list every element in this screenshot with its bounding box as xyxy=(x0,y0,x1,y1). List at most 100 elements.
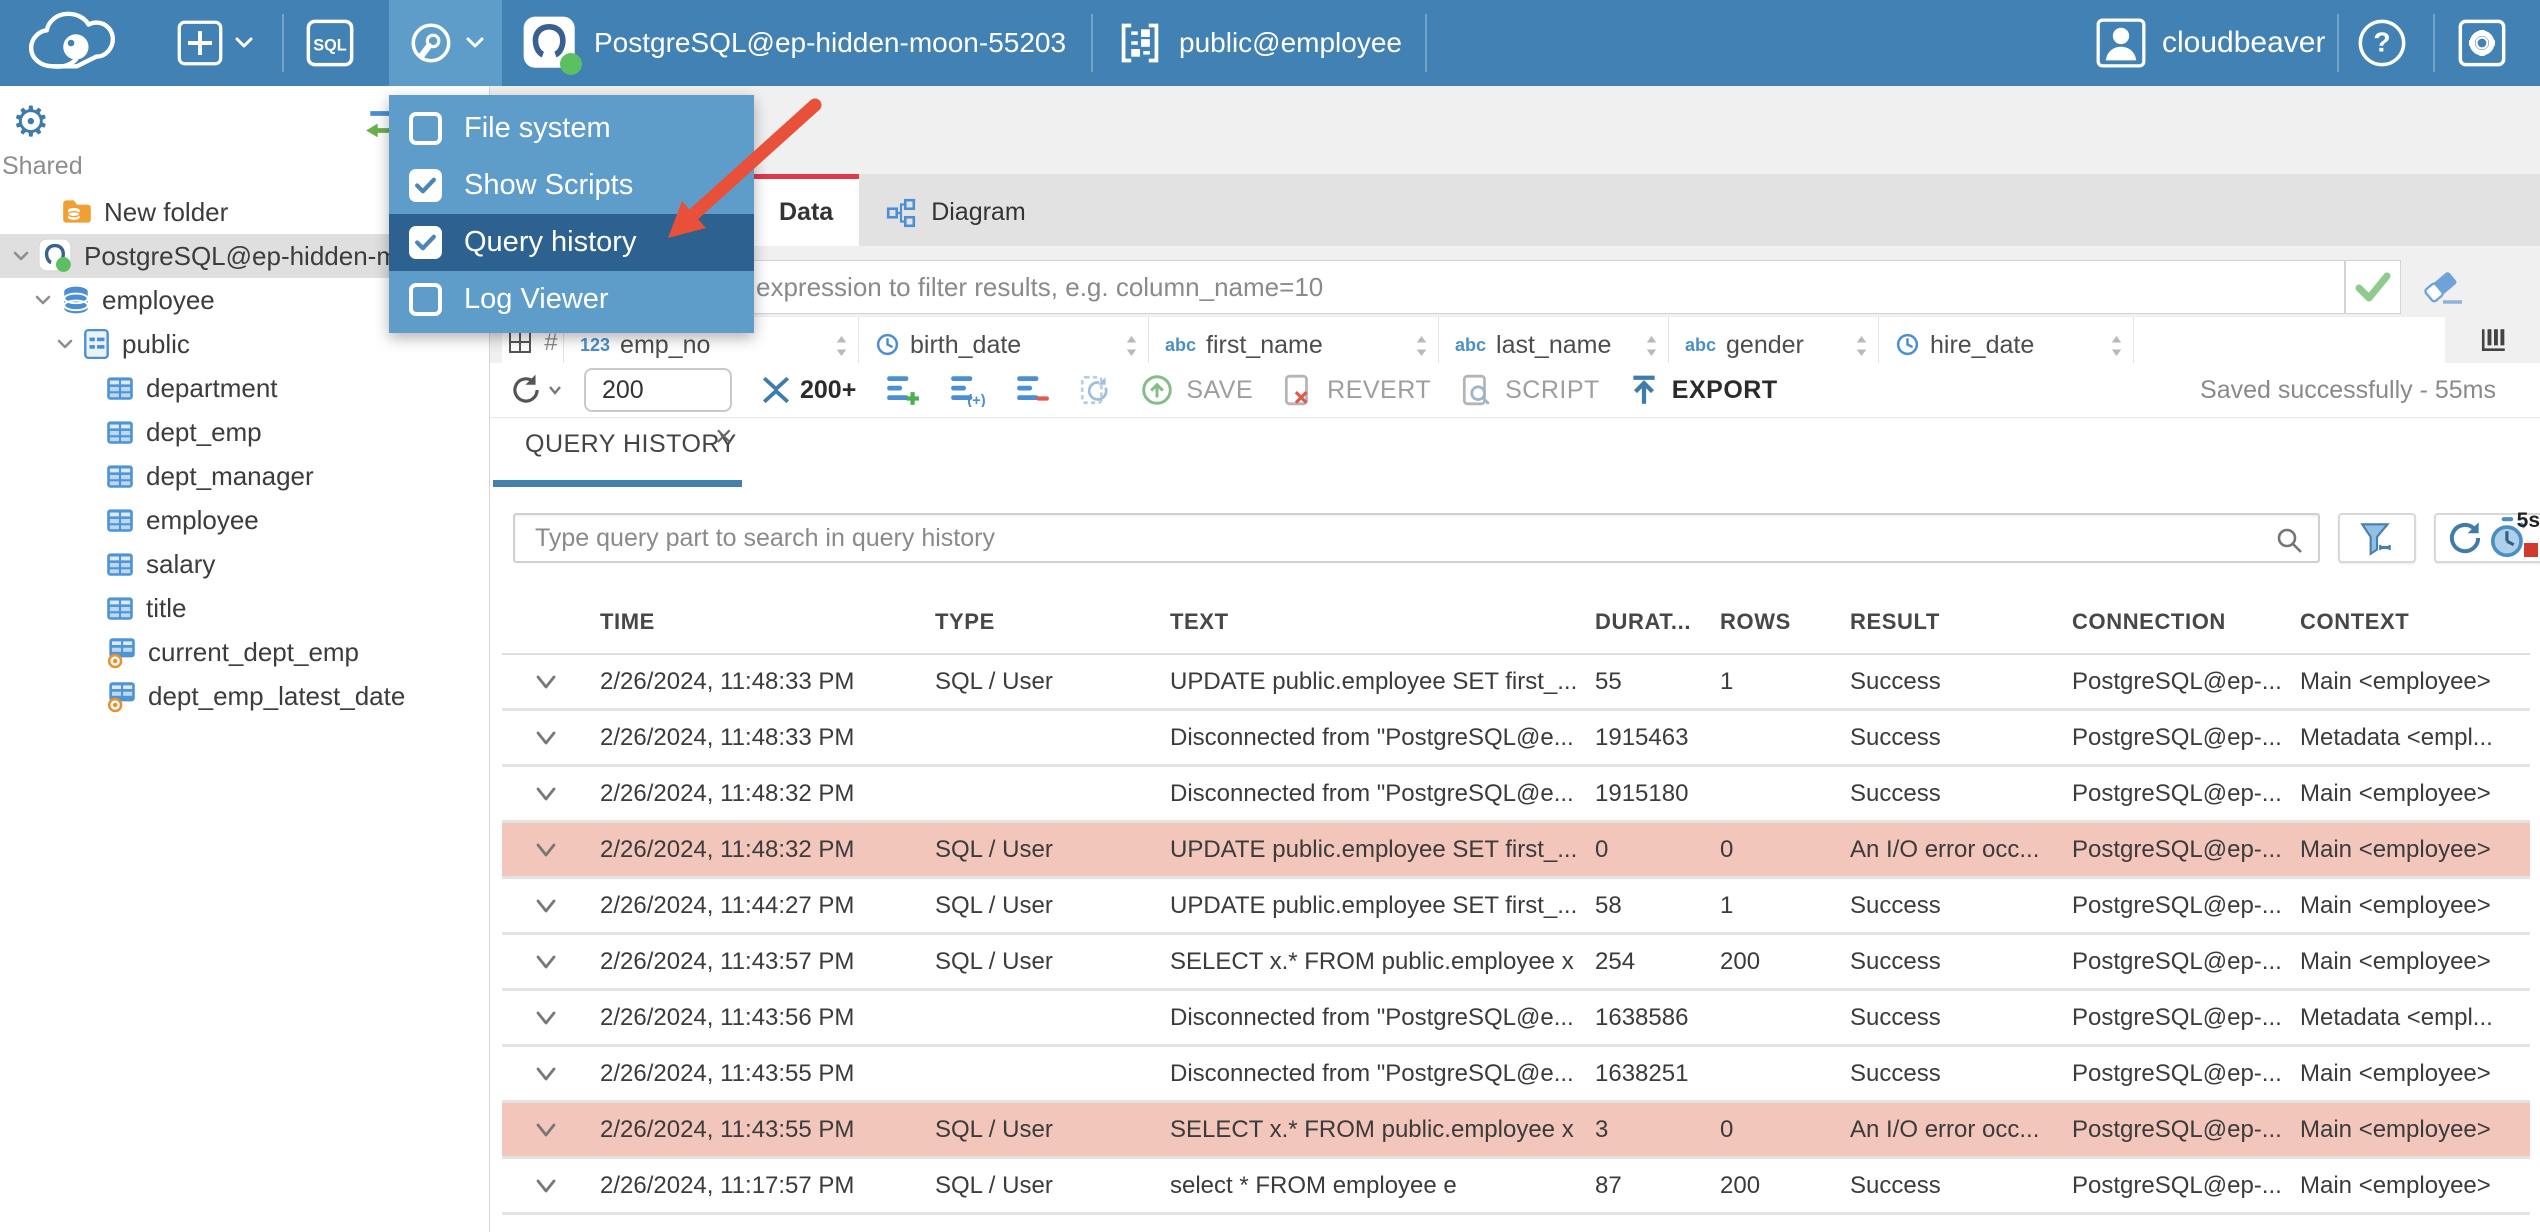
revert-button[interactable]: REVERT xyxy=(1281,373,1431,407)
history-header-connection[interactable]: CONNECTION xyxy=(2062,609,2290,635)
sort-icon[interactable] xyxy=(1853,333,1870,359)
tree-item-salary[interactable]: salary xyxy=(0,542,489,586)
search-icon xyxy=(2274,525,2304,560)
expand-row-chevron-icon[interactable] xyxy=(502,949,590,975)
history-row[interactable]: 2/26/2024, 11:43:56 PM Disconnected from … xyxy=(502,991,2530,1047)
history-header-rows[interactable]: ROWS xyxy=(1710,609,1840,635)
expand-row-chevron-icon[interactable] xyxy=(502,1061,590,1087)
history-header-durat[interactable]: DURAT... xyxy=(1585,609,1710,635)
history-cell-connection: PostgreSQL@ep-... xyxy=(2072,1059,2282,1087)
expand-row-chevron-icon[interactable] xyxy=(502,781,590,807)
query-search-input[interactable] xyxy=(515,515,2318,561)
filter-expression-input[interactable] xyxy=(500,260,2345,314)
active-connection-button[interactable]: PostgreSQL@ep-hidden-moon-55203 xyxy=(522,0,1066,86)
history-row[interactable]: 2/26/2024, 11:48:33 PM SQL / User UPDATE p… xyxy=(502,655,2530,711)
history-cell-connection: PostgreSQL@ep-... xyxy=(2072,1003,2282,1031)
history-row[interactable]: 2/26/2024, 11:48:32 PM SQL / User UPDATE p… xyxy=(502,823,2530,879)
schema-selector-button[interactable]: public@employee xyxy=(1117,0,1402,86)
menu-item-log-viewer[interactable]: Log Viewer xyxy=(389,271,754,328)
expand-row-chevron-icon[interactable] xyxy=(502,1005,590,1031)
sql-editor-button[interactable]: SQL xyxy=(304,0,356,86)
add-row-button[interactable] xyxy=(884,373,920,407)
edit-generate-button[interactable] xyxy=(1078,373,1112,407)
grid-column-first_name[interactable]: abc first_name xyxy=(1149,317,1439,363)
history-cell-rows: 0 xyxy=(1720,1115,1734,1143)
grid-column-label: hire_date xyxy=(1930,331,2035,359)
history-cell-result: Success xyxy=(1850,667,1941,695)
sort-icon[interactable] xyxy=(1123,333,1140,359)
user-menu-button[interactable]: cloudbeaver xyxy=(2096,0,2325,86)
history-row[interactable]: 2/26/2024, 11:48:33 PM Disconnected from … xyxy=(502,711,2530,767)
query-history-tab[interactable]: QUERY HISTORY × xyxy=(493,418,743,486)
delete-row-button[interactable] xyxy=(1014,373,1050,407)
tree-item-current-dept-emp[interactable]: current_dept_emp xyxy=(0,630,489,674)
help-button[interactable]: ? xyxy=(2356,0,2408,86)
history-header-time[interactable]: TIME xyxy=(590,609,925,635)
tree-expand-chevron-icon[interactable] xyxy=(52,333,78,355)
history-row[interactable]: 2/26/2024, 11:43:55 PM Disconnected from … xyxy=(502,1047,2530,1103)
sidebar-settings-gear-icon[interactable]: ⚙ xyxy=(12,101,50,143)
history-row[interactable]: 2/26/2024, 11:43:57 PM SQL / User SELECT x… xyxy=(502,935,2530,991)
tree-item-department[interactable]: department xyxy=(0,366,489,410)
sort-icon[interactable] xyxy=(833,333,850,359)
duplicate-row-button[interactable]: (+) xyxy=(948,373,986,407)
sort-icon[interactable] xyxy=(1413,333,1430,359)
tree-item-dept-emp[interactable]: dept_emp xyxy=(0,410,489,454)
history-header-type[interactable]: TYPE xyxy=(925,609,1160,635)
tree-item-employee[interactable]: employee xyxy=(0,498,489,542)
history-row[interactable]: 2/26/2024, 11:17:57 PM SQL / User select *… xyxy=(502,1159,2530,1215)
topbar-divider xyxy=(282,14,284,72)
history-row[interactable]: 2/26/2024, 11:48:32 PM Disconnected from … xyxy=(502,767,2530,823)
clear-filter-eraser-icon[interactable] xyxy=(2420,266,2466,313)
refresh-results-button[interactable] xyxy=(508,372,562,408)
sort-icon[interactable] xyxy=(1643,333,1660,359)
checkbox-unchecked-icon[interactable] xyxy=(409,283,442,316)
fetch-page-size-button[interactable]: 200+ xyxy=(760,374,856,406)
menu-item-show-scripts[interactable]: Show Scripts xyxy=(389,157,754,214)
add-row-icon xyxy=(887,376,920,405)
checkbox-checked-icon[interactable] xyxy=(409,169,442,202)
tab-data[interactable]: Data xyxy=(753,174,860,246)
history-row[interactable]: 2/26/2024, 11:43:55 PM SQL / User SELECT x… xyxy=(502,1103,2530,1159)
auto-refresh-stop-square xyxy=(2524,543,2538,557)
expand-row-chevron-icon[interactable] xyxy=(502,893,590,919)
export-button[interactable]: EXPORT xyxy=(1628,373,1778,407)
history-row[interactable]: 2/26/2024, 11:44:27 PM SQL / User UPDATE p… xyxy=(502,879,2530,935)
tree-expand-chevron-icon[interactable] xyxy=(30,289,56,311)
save-button[interactable]: SAVE xyxy=(1140,373,1253,407)
auto-refresh-timer-button[interactable]: 5s xyxy=(2486,509,2540,563)
checkbox-checked-icon[interactable] xyxy=(409,226,442,259)
expand-row-chevron-icon[interactable] xyxy=(502,1117,590,1143)
sort-icon[interactable] xyxy=(2108,333,2125,359)
history-filter-button[interactable] xyxy=(2338,513,2416,563)
tree-item-label: salary xyxy=(146,548,216,579)
expand-row-chevron-icon[interactable] xyxy=(502,837,590,863)
expand-row-chevron-icon[interactable] xyxy=(502,725,590,751)
tools-menu-button[interactable] xyxy=(389,0,502,86)
menu-item-query-history[interactable]: Query history xyxy=(389,214,754,271)
grid-columns-config-icon[interactable] xyxy=(2480,327,2508,358)
new-connection-button[interactable] xyxy=(176,0,254,86)
history-header-text[interactable]: TEXT xyxy=(1160,609,1585,635)
checkbox-unchecked-icon[interactable] xyxy=(409,112,442,145)
grid-column-last_name[interactable]: abc last_name xyxy=(1439,317,1669,363)
history-header-result[interactable]: RESULT xyxy=(1840,609,2062,635)
row-limit-input[interactable] xyxy=(584,368,732,412)
close-tab-icon[interactable]: × xyxy=(715,420,733,454)
tree-item-title[interactable]: title xyxy=(0,586,489,630)
script-button[interactable]: SCRIPT xyxy=(1459,373,1600,407)
grid-column-gender[interactable]: abc gender xyxy=(1669,317,1879,363)
tree-item-dept-manager[interactable]: dept_manager xyxy=(0,454,489,498)
history-header-context[interactable]: CONTEXT xyxy=(2290,609,2530,635)
grid-column-birth_date[interactable]: birth_date xyxy=(859,317,1149,363)
tree-expand-chevron-icon[interactable] xyxy=(8,245,34,267)
tree-item-dept-emp-latest-date[interactable]: dept_emp_latest_date xyxy=(0,674,489,718)
settings-button[interactable] xyxy=(2456,0,2508,86)
expand-row-chevron-icon[interactable] xyxy=(502,1173,590,1199)
apply-filter-button[interactable] xyxy=(2345,260,2401,314)
history-refresh-button[interactable] xyxy=(2444,517,2486,559)
tab-diagram[interactable]: Diagram xyxy=(859,174,1051,246)
menu-item-file-system[interactable]: File system xyxy=(389,100,754,157)
expand-row-chevron-icon[interactable] xyxy=(502,669,590,695)
grid-column-hire_date[interactable]: hire_date xyxy=(1879,317,2134,363)
